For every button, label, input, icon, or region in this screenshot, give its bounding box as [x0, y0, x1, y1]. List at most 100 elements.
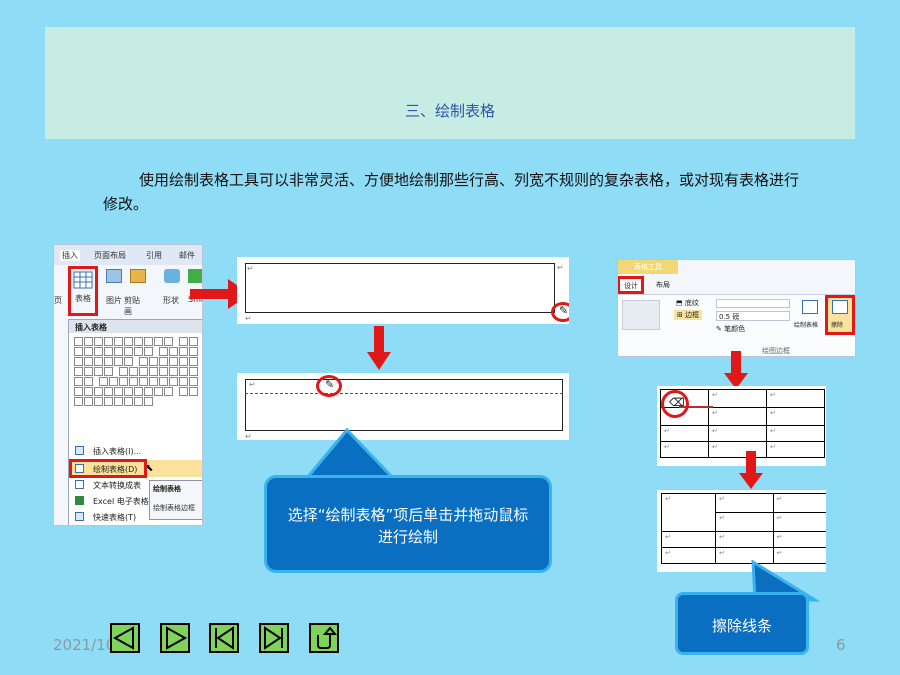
picture-label: 图片	[106, 296, 122, 305]
erase-callout-text: 擦除线条	[711, 617, 772, 635]
tooltip-text: 绘制表格边框	[153, 504, 195, 512]
tab-insert[interactable]: 插入	[60, 250, 80, 261]
borders-label: 边框	[685, 311, 700, 319]
menu-item-insert-table[interactable]: 插入表格(I)...	[69, 444, 202, 458]
para-mark: ↵	[249, 380, 256, 389]
erase-callout: 擦除线条	[675, 592, 809, 655]
menu-header: 插入表格	[69, 320, 202, 333]
table-tools-screenshot: 表格工具 设计 布局 ⬒ 底纹 ⊞ 边框 0.5 磅 ✎ 笔颜色 绘制表格 擦除…	[617, 259, 856, 357]
last-icon	[264, 626, 283, 650]
menu-item-label: 插入表格(I)...	[93, 447, 142, 456]
draw-table-highlight	[69, 459, 147, 478]
table-cell: ↵	[708, 407, 767, 426]
pen-weight-select[interactable]: 0.5 磅	[716, 311, 790, 321]
shapes-icon	[164, 269, 180, 283]
borders-icon: ⊞	[677, 311, 683, 319]
previous-button[interactable]	[110, 623, 140, 653]
insert-table-icon	[75, 446, 84, 455]
borders-button[interactable]: ⊞ 边框	[674, 310, 703, 320]
draw-table-tooltip: 绘制表格 绘制表格边框	[149, 480, 202, 520]
insert-table-dropdown: 插入表格 插入表格(I)... 绘制表格(D) ⬉ 文本转换成表 Excel 电…	[68, 319, 202, 525]
table-cell: ↵	[661, 547, 716, 564]
tooltip-title: 绘制表格	[153, 485, 181, 493]
title-box: 三、绘制表格	[45, 27, 855, 139]
draw-outline-screenshot: ↵ ↵ ↵ ✎	[237, 257, 569, 324]
return-icon	[317, 626, 338, 649]
next-button[interactable]	[160, 623, 190, 653]
menu-item-label: 快速表格(T)	[93, 513, 137, 522]
para-mark: ↵	[247, 264, 254, 273]
convert-icon	[75, 480, 84, 489]
draw-borders-group-label: 绘图边框	[762, 347, 790, 355]
picture-icon	[106, 269, 122, 283]
last-button[interactable]	[259, 623, 289, 653]
table-styles-gallery[interactable]	[622, 300, 660, 330]
tab-page-layout[interactable]: 页面布局	[94, 250, 126, 261]
tab-mailings[interactable]: 邮件	[179, 250, 195, 261]
pen-color-button[interactable]: ✎ 笔颜色	[716, 324, 745, 334]
table-cell: ↵	[766, 441, 825, 458]
eraser-highlight	[825, 295, 855, 335]
first-icon	[215, 626, 234, 650]
arrow-down-icon	[724, 351, 748, 389]
clipart-icon	[130, 269, 146, 283]
clipart-button[interactable]: 剪贴画	[124, 269, 146, 316]
result-table: ↵ ↵ ↵ ↵ ↵ ↵ ↵ ↵ ↵ ↵ ↵	[661, 493, 826, 564]
table-cell: ↵	[708, 389, 767, 408]
design-tab-highlight	[618, 276, 644, 294]
draw-callout: 选择“绘制表格”项后单击并拖动鼠标进行绘制	[264, 475, 552, 573]
table-tools-header: 表格工具	[618, 260, 678, 274]
menu-item-label: 文本转换成表	[93, 481, 141, 490]
table-cell: ↵	[766, 425, 825, 442]
menu-item-label: Excel 电子表格	[93, 497, 149, 506]
table-button-highlight	[68, 266, 98, 316]
shading-label: 底纹	[684, 299, 699, 307]
draw-table-icon	[802, 300, 818, 314]
shading-icon: ⬒	[676, 299, 683, 307]
table-cell: ↵	[715, 493, 774, 513]
table-cell: ↵	[660, 425, 709, 442]
table-cell: ↵	[772, 493, 826, 513]
drawn-table-border	[245, 379, 563, 431]
drawn-table-border	[245, 263, 555, 313]
draw-table-label: 绘制表格	[794, 322, 819, 329]
para-mark: ↵	[557, 263, 564, 272]
draw-table-button[interactable]: 绘制表格	[794, 298, 824, 332]
word-insert-menu-screenshot: 插入 页面布局 引用 邮件 页 表格 图片 剪贴画 形状 Smar 插入表格	[53, 244, 203, 526]
table-size-grid[interactable]	[74, 337, 200, 407]
quick-table-icon	[75, 512, 84, 521]
line-style-select[interactable]	[716, 299, 790, 308]
slide-title: 三、绘制表格	[404, 102, 495, 120]
arrow-down-icon	[367, 326, 391, 370]
eraser-cursor-icon: ⌫	[669, 396, 685, 409]
para-mark: ↵	[245, 314, 252, 323]
first-button[interactable]	[209, 623, 239, 653]
callout-pointer	[305, 428, 395, 480]
table-cell: ↵	[766, 407, 825, 426]
next-icon	[166, 626, 188, 650]
draw-callout-text: 选择“绘制表格”项后单击并拖动鼠标进行绘制	[287, 506, 529, 546]
draw-row-screenshot: ↵ ↵ ✎	[237, 373, 569, 440]
table-cell: ↵	[715, 531, 774, 548]
left-label: 页	[54, 296, 62, 305]
picture-button[interactable]: 图片	[106, 269, 122, 305]
shapes-label: 形状	[163, 296, 179, 305]
pen-color-label: 笔颜色	[724, 325, 746, 333]
table-cell: ↵	[661, 531, 716, 548]
table-cell: ↵	[772, 531, 826, 548]
tab-references[interactable]: 引用	[146, 250, 162, 261]
body-paragraph: 使用绘制表格工具可以非常灵活、方便地绘制那些行高、列宽不规则的复杂表格，或对现有…	[103, 171, 800, 213]
previous-icon	[112, 626, 134, 650]
excel-icon	[75, 496, 84, 505]
tab-layout[interactable]: 布局	[656, 280, 670, 290]
pen-color-icon: ✎	[716, 325, 722, 333]
slide-page-number: 6	[836, 636, 846, 654]
pencil-icon: ✎	[559, 304, 569, 317]
table-cell: ↵	[715, 512, 774, 532]
return-button[interactable]	[309, 623, 339, 653]
table-cell: ↵	[660, 441, 709, 458]
shapes-button[interactable]: 形状	[163, 269, 180, 305]
arrow-down-icon	[739, 451, 763, 489]
shading-button[interactable]: ⬒ 底纹	[676, 298, 699, 308]
clipart-label: 剪贴画	[124, 296, 140, 316]
